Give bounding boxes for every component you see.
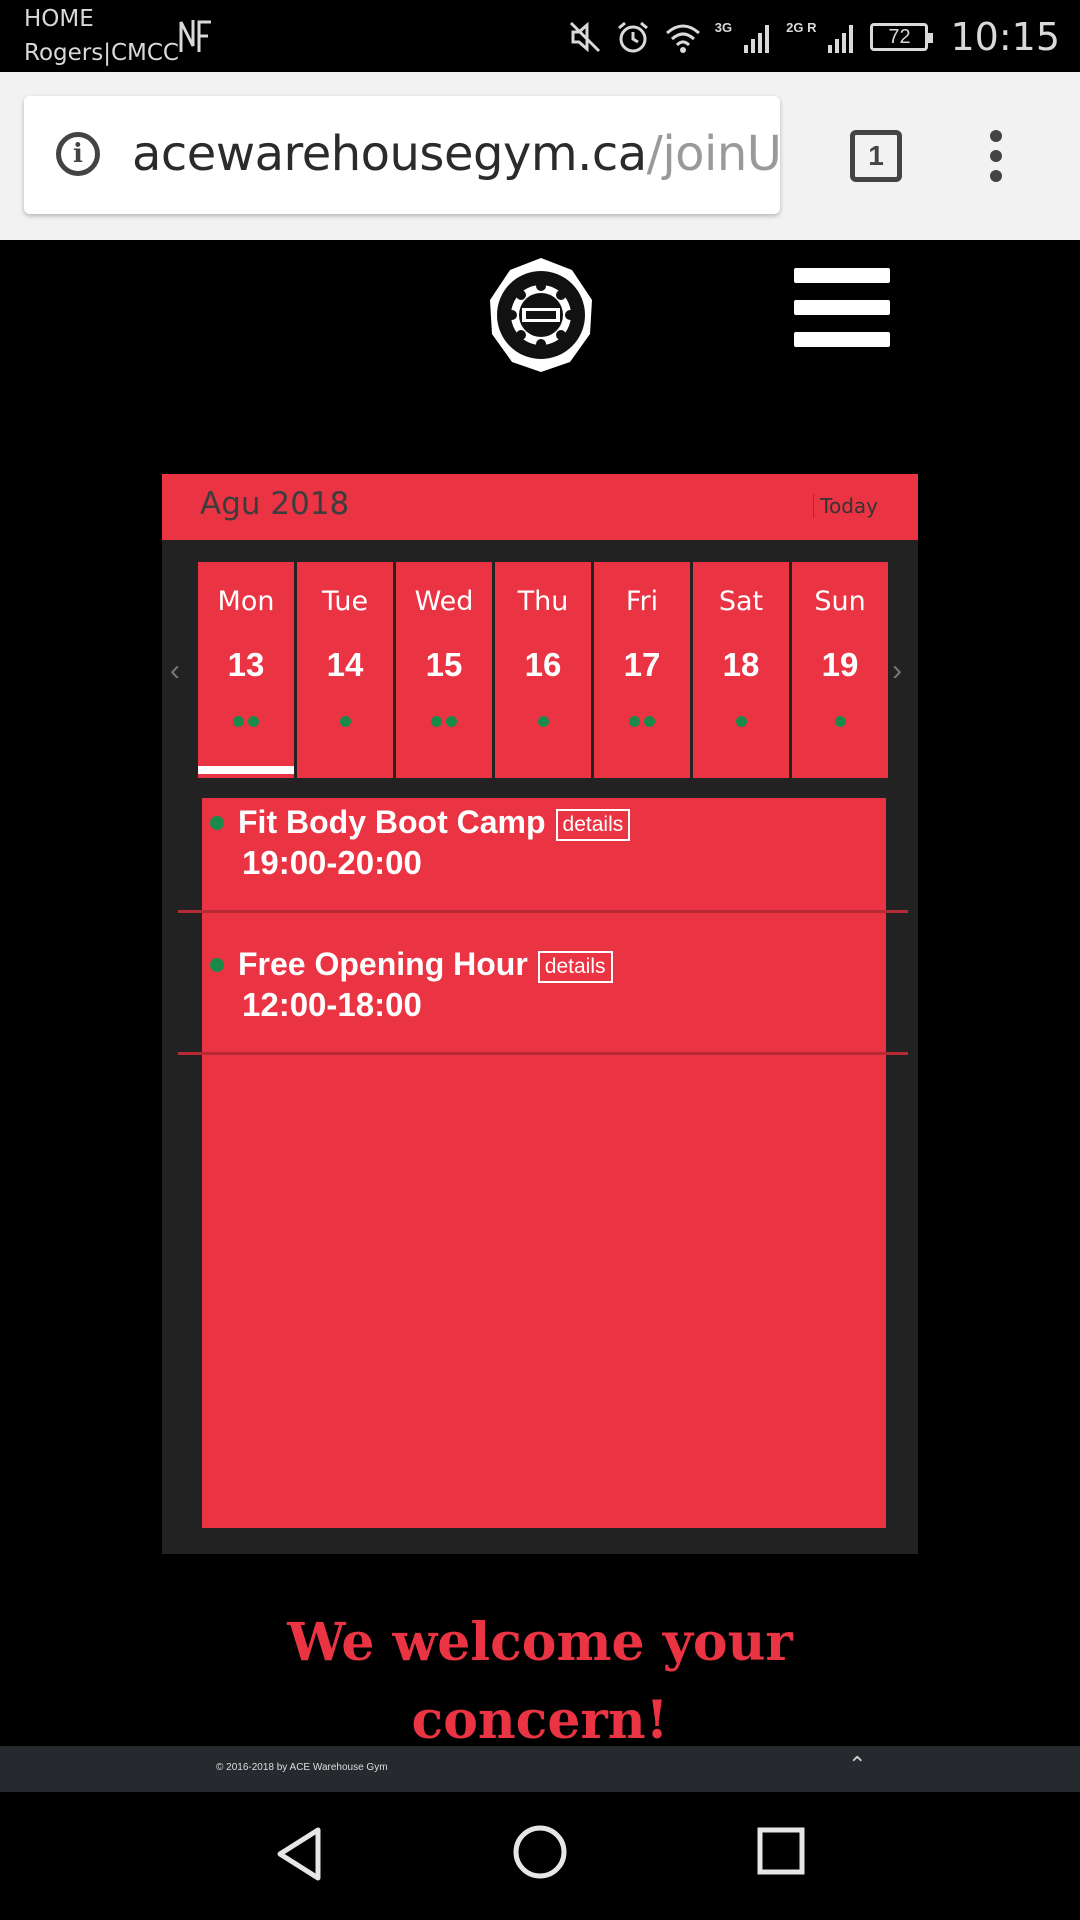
day-date: 13 <box>227 646 265 683</box>
signal-icon <box>744 25 770 53</box>
event-dot <box>210 958 224 972</box>
signal-icon <box>828 25 854 53</box>
event-title: Free Opening Hour <box>238 946 528 982</box>
event-time: 12:00-18:00 <box>242 986 422 1023</box>
site-menu-button[interactable] <box>794 268 890 356</box>
day-date: 14 <box>326 646 364 683</box>
today-button[interactable]: Today <box>813 494 878 518</box>
welcome-line: We welcome your <box>287 1612 793 1673</box>
carrier-label: Rogers|CMCC <box>24 40 179 66</box>
clock: 10:15 <box>950 15 1060 59</box>
url-path: /joinUs. <box>646 126 782 182</box>
event-dots <box>693 714 789 732</box>
info-icon[interactable]: i <box>56 132 100 176</box>
site-footer: © 2016-2018 by ACE Warehouse Gym ⌃ <box>0 1746 1080 1792</box>
system-nav-bar <box>0 1792 1080 1920</box>
day-cell[interactable]: Thu 16 <box>495 562 591 778</box>
day-name: Mon <box>217 586 275 617</box>
previous-week-arrow[interactable]: ‹ <box>170 654 180 688</box>
carrier-label: HOME <box>24 6 94 32</box>
event-dot <box>644 716 655 727</box>
event-dot <box>248 716 259 727</box>
event-dot <box>834 716 846 727</box>
divider <box>178 910 908 913</box>
address-bar[interactable]: i acewarehousegym.ca/joinUs. <box>24 96 782 214</box>
event-dot <box>339 716 351 727</box>
day-cell[interactable]: Sat 18 <box>693 562 789 778</box>
tab-count: 1 <box>868 140 884 171</box>
next-week-arrow[interactable]: › <box>892 654 902 688</box>
back-to-top-button[interactable]: ⌃ <box>848 1752 866 1778</box>
ace-warehouse-gym-logo[interactable] <box>486 256 596 374</box>
alarm-icon <box>617 21 648 53</box>
hamburger-icon <box>794 268 890 283</box>
more-vert-icon <box>990 130 1002 142</box>
day-cell[interactable]: Wed 15 <box>396 562 492 778</box>
battery-level: 72 <box>888 25 911 48</box>
event-dots <box>594 714 690 732</box>
day-name: Fri <box>625 586 659 617</box>
network-type-label: 2G R <box>786 19 817 35</box>
network-type-label: 3G <box>714 19 733 35</box>
day-cell[interactable]: Mon 13 <box>198 562 294 778</box>
event-calendar: Agu 2018 Today ‹ › Mon 13 Tue 14 Wed 15 … <box>162 474 918 1554</box>
wifi-icon <box>665 24 700 53</box>
day-date: 18 <box>722 646 760 683</box>
day-date: 17 <box>623 646 661 683</box>
event-dot <box>446 716 457 727</box>
calendar-month-label: Agu 2018 <box>200 486 350 522</box>
event-item: Fit Body Boot Camp details 19:00-20:00 <box>178 798 908 940</box>
day-name: Wed <box>414 586 474 617</box>
browser-toolbar: i acewarehousegym.ca/joinUs. 1 <box>0 72 1080 240</box>
back-icon[interactable] <box>274 1826 324 1882</box>
event-dot <box>431 716 442 727</box>
event-dot <box>629 716 640 727</box>
browser-menu-button[interactable] <box>986 130 1006 190</box>
day-cell[interactable]: Tue 14 <box>297 562 393 778</box>
event-title: Fit Body Boot Camp <box>238 804 546 840</box>
event-dots <box>792 714 888 732</box>
url-domain: acewarehousegym.ca <box>132 126 647 182</box>
mute-icon <box>569 21 600 53</box>
event-time: 19:00-20:00 <box>242 844 422 881</box>
status-icons: 3G 2G R 72 10:15 <box>567 10 1060 64</box>
details-button[interactable]: details <box>555 808 631 841</box>
event-dot <box>233 716 244 727</box>
welcome-heading: We welcome your concern! <box>0 1604 1080 1760</box>
day-name: Thu <box>517 586 569 617</box>
event-dots <box>198 714 294 732</box>
copyright-text: © 2016-2018 by ACE Warehouse Gym <box>216 1762 388 1773</box>
status-bar: HOME Rogers|CMCC 3G 2G R 72 10:15 <box>0 0 1080 72</box>
event-item: Free Opening Hour details 12:00-18:00 <box>178 940 908 1082</box>
divider <box>178 1052 908 1055</box>
home-icon[interactable] <box>512 1824 568 1880</box>
details-button[interactable]: details <box>537 950 613 983</box>
calendar-header: Agu 2018 Today <box>162 474 918 540</box>
url-text[interactable]: acewarehousegym.ca/joinUs. <box>132 126 782 182</box>
day-name: Sat <box>718 586 764 617</box>
event-list: Fit Body Boot Camp details 19:00-20:00 Fr… <box>178 798 908 1528</box>
day-cell[interactable]: Sun 19 <box>792 562 888 778</box>
event-dots <box>297 714 393 732</box>
battery-icon: 72 <box>870 23 934 51</box>
day-name: Sun <box>814 586 866 617</box>
nfc-icon <box>179 20 211 52</box>
event-dot <box>210 816 224 830</box>
event-dots <box>495 714 591 732</box>
week-days: Mon 13 Tue 14 Wed 15 Thu 16 Fri 17 Sat 1… <box>198 562 891 778</box>
day-name: Tue <box>321 586 369 617</box>
event-dot <box>735 716 747 727</box>
event-dots <box>396 714 492 732</box>
day-date: 15 <box>425 646 463 683</box>
tab-switcher-button[interactable]: 1 <box>850 130 902 182</box>
recents-icon[interactable] <box>756 1826 806 1876</box>
day-cell[interactable]: Fri 17 <box>594 562 690 778</box>
event-dot <box>537 716 549 727</box>
day-date: 16 <box>524 646 562 683</box>
day-date: 19 <box>821 646 859 683</box>
